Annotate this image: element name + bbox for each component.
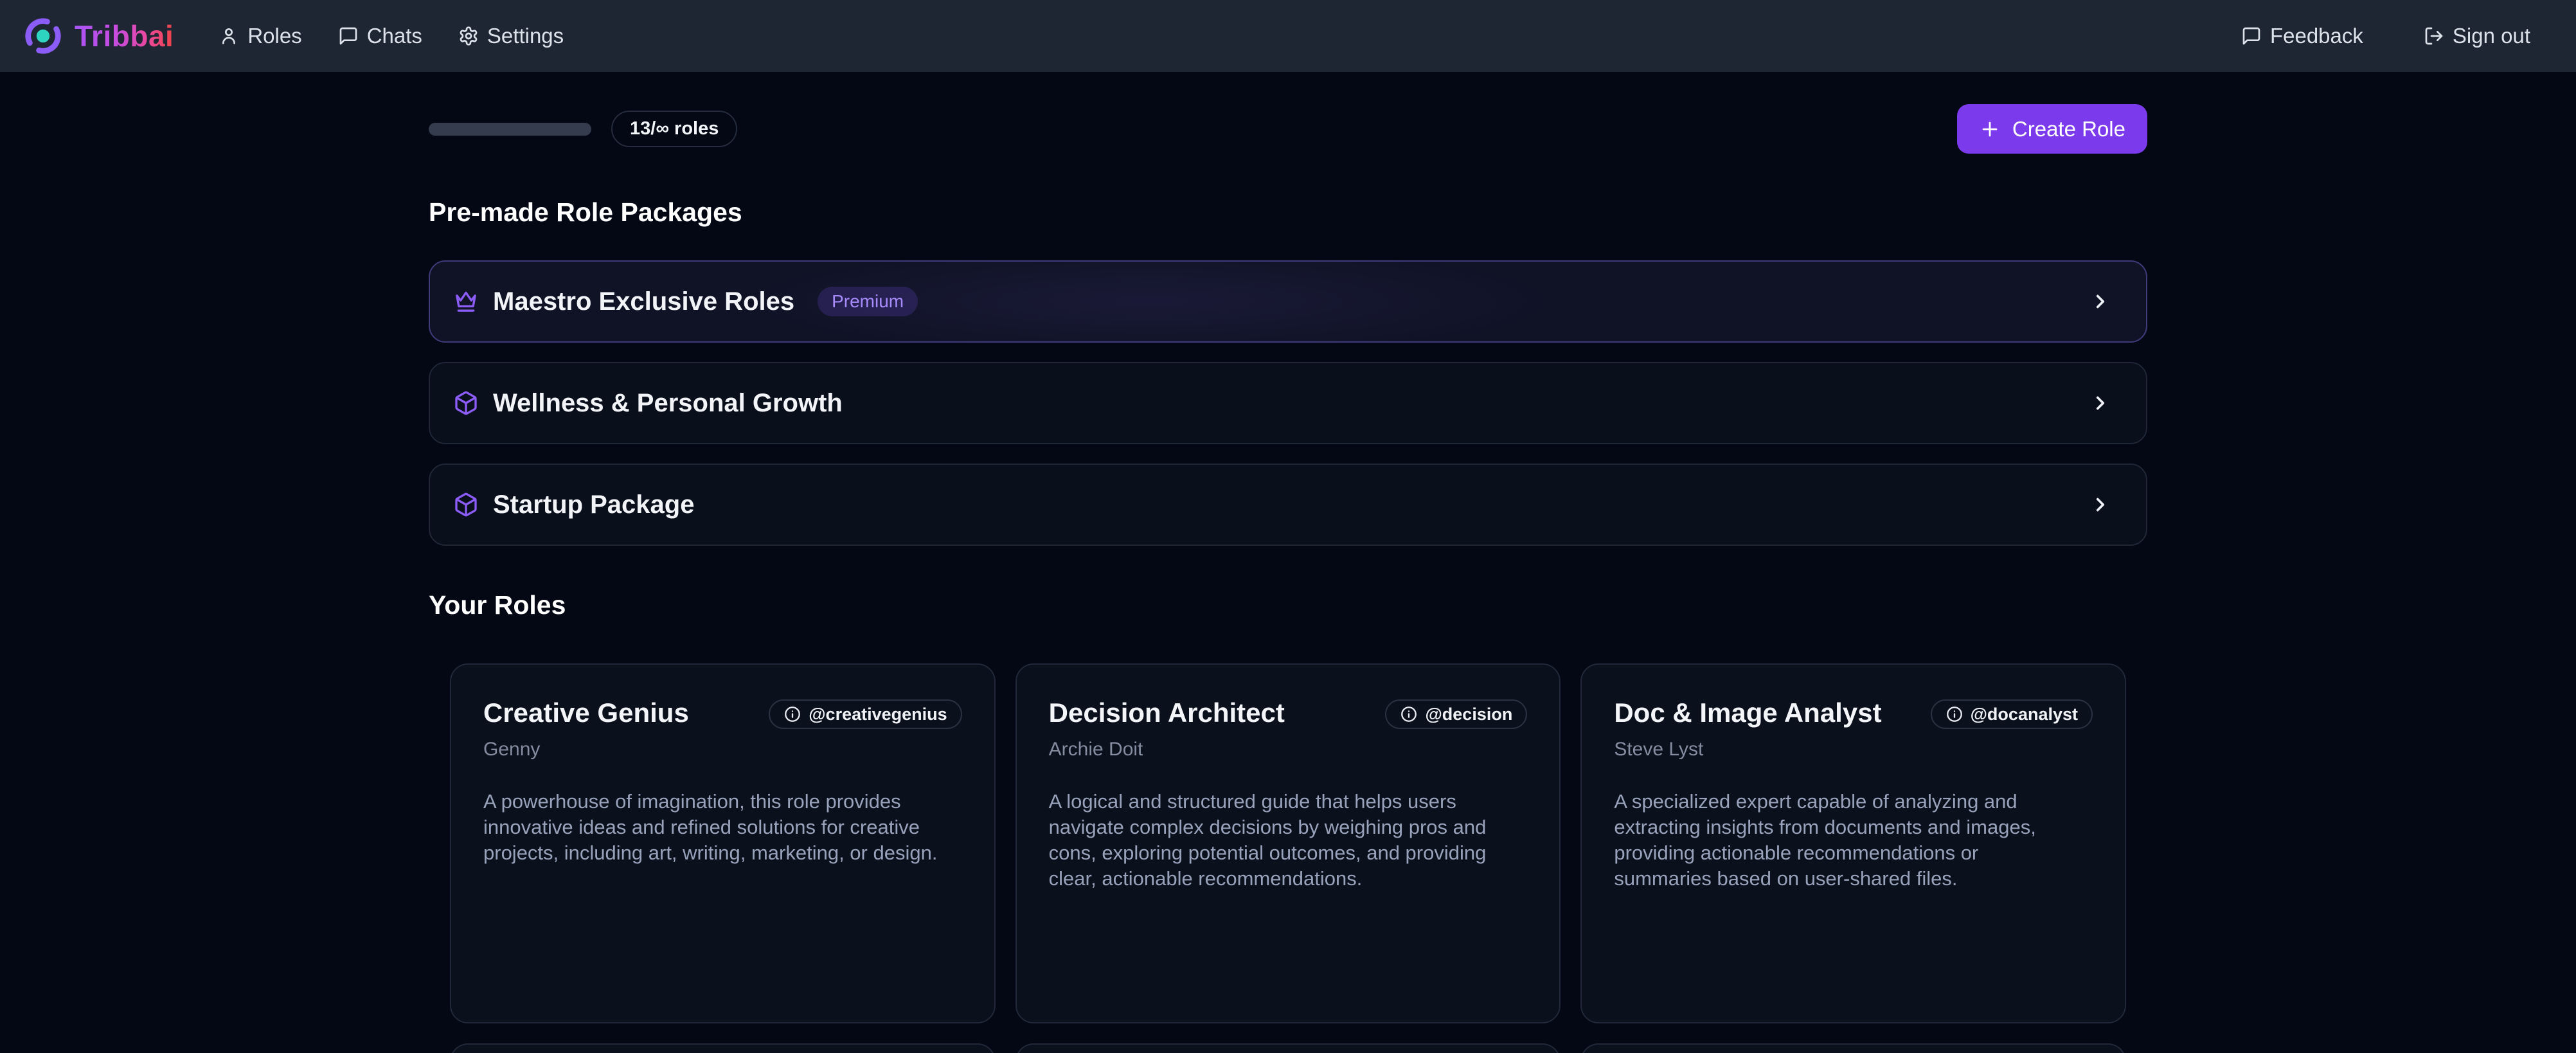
- role-card-creative-genius[interactable]: Creative Genius @creativegenius Genny A …: [450, 663, 996, 1023]
- package-title: Startup Package: [493, 491, 694, 519]
- card-header: Creative Genius @creativegenius: [483, 698, 962, 729]
- role-description: A powerhouse of imagination, this role p…: [483, 789, 962, 866]
- role-card-partial[interactable]: [1580, 1043, 2126, 1053]
- user-icon: [219, 26, 239, 46]
- nav-label: Roles: [247, 24, 301, 48]
- chevron-right-icon: [2089, 291, 2111, 312]
- role-handle: @decision: [1425, 705, 1512, 724]
- roles-count-label: 13/∞ roles: [630, 118, 719, 140]
- package-title: Wellness & Personal Growth: [493, 389, 843, 418]
- role-title: Decision Architect: [1049, 698, 1285, 728]
- role-subtitle: Steve Lyst: [1614, 739, 2093, 760]
- create-role-label: Create Role: [2012, 117, 2125, 141]
- main-nav: Roles Chats Settings: [213, 17, 569, 55]
- chevron-right-icon: [2089, 494, 2111, 516]
- brand-name: Tribbai: [75, 19, 174, 53]
- main-content: 13/∞ roles Create Role Pre-made Role Pac…: [429, 104, 2147, 1053]
- package-row-wellness[interactable]: Wellness & Personal Growth: [429, 362, 2147, 444]
- package-icon: [453, 492, 479, 518]
- tribbai-logo-icon: [23, 16, 63, 56]
- chat-icon: [338, 26, 359, 46]
- roles-count-badge: 13/∞ roles: [611, 111, 737, 147]
- role-cards-grid: Creative Genius @creativegenius Genny A …: [450, 663, 2126, 1023]
- role-handle-badge[interactable]: @docanalyst: [1931, 699, 2093, 729]
- nav-item-chats[interactable]: Chats: [333, 17, 427, 55]
- role-card-partial[interactable]: [450, 1043, 996, 1053]
- role-handle-badge[interactable]: @decision: [1385, 699, 1527, 729]
- feedback-button[interactable]: Feedback: [2236, 17, 2368, 55]
- plus-icon: [1979, 118, 2001, 140]
- roles-progress-bar: [429, 123, 591, 136]
- signout-button[interactable]: Sign out: [2419, 17, 2536, 55]
- nav-item-settings[interactable]: Settings: [453, 17, 569, 55]
- info-icon: [783, 705, 801, 723]
- premium-badge: Premium: [818, 287, 918, 316]
- package-row-maestro[interactable]: Maestro Exclusive Roles Premium: [429, 260, 2147, 343]
- signout-label: Sign out: [2453, 24, 2530, 48]
- nav-item-roles[interactable]: Roles: [213, 17, 307, 55]
- chevron-right-icon: [2089, 392, 2111, 414]
- card-header: Decision Architect @decision: [1049, 698, 1528, 729]
- feedback-bubble-icon: [2241, 26, 2262, 46]
- nav-label: Settings: [487, 24, 564, 48]
- role-handle: @creativegenius: [809, 705, 947, 724]
- top-navbar: Tribbai Roles Chats: [0, 0, 2576, 72]
- role-card-partial[interactable]: [1015, 1043, 1561, 1053]
- role-description: A logical and structured guide that help…: [1049, 789, 1528, 892]
- package-row-startup[interactable]: Startup Package: [429, 464, 2147, 546]
- navbar-right: Feedback Sign out: [2236, 17, 2536, 55]
- card-header: Doc & Image Analyst @docanalyst: [1614, 698, 2093, 729]
- next-row-cards-clipped: [450, 1043, 2126, 1053]
- role-subtitle: Archie Doit: [1049, 739, 1528, 760]
- logout-icon: [2424, 26, 2444, 46]
- brand-logo[interactable]: Tribbai: [23, 16, 174, 56]
- info-icon: [1945, 705, 1963, 723]
- role-title: Doc & Image Analyst: [1614, 698, 1881, 728]
- gear-icon: [458, 26, 479, 46]
- your-roles-heading: Your Roles: [429, 590, 2147, 620]
- feedback-label: Feedback: [2270, 24, 2363, 48]
- info-icon: [1400, 705, 1418, 723]
- package-list: Maestro Exclusive Roles Premium Wellness…: [429, 260, 2147, 546]
- role-card-decision-architect[interactable]: Decision Architect @decision Archie Doit…: [1015, 663, 1561, 1023]
- packages-heading: Pre-made Role Packages: [429, 197, 2147, 228]
- package-title: Maestro Exclusive Roles: [493, 287, 794, 316]
- role-title: Creative Genius: [483, 698, 689, 728]
- crown-icon: [453, 289, 479, 314]
- role-handle: @docanalyst: [1971, 705, 2078, 724]
- roles-toolbar: 13/∞ roles Create Role: [429, 104, 2147, 154]
- role-handle-badge[interactable]: @creativegenius: [769, 699, 962, 729]
- create-role-button[interactable]: Create Role: [1957, 104, 2147, 154]
- role-description: A specialized expert capable of analyzin…: [1614, 789, 2093, 892]
- package-icon: [453, 390, 479, 416]
- nav-label: Chats: [367, 24, 422, 48]
- role-subtitle: Genny: [483, 739, 962, 760]
- role-card-doc-image-analyst[interactable]: Doc & Image Analyst @docanalyst Steve Ly…: [1580, 663, 2126, 1023]
